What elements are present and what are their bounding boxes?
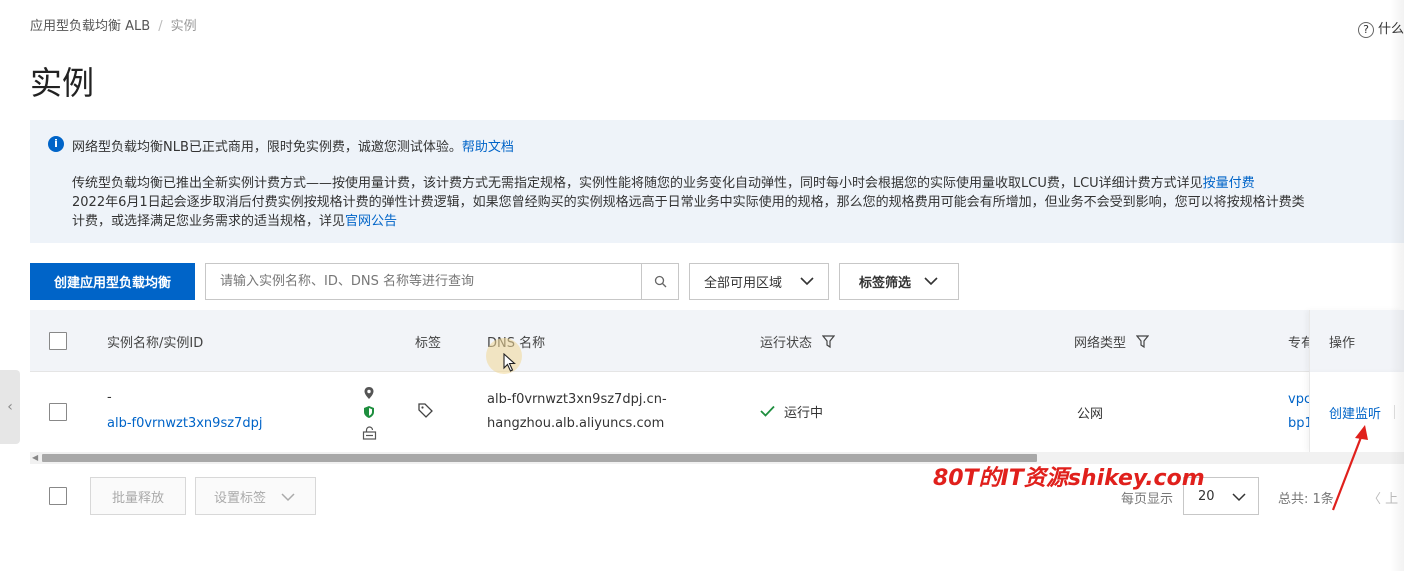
status-text: 运行中 (784, 406, 824, 421)
right-edge-shadow (1390, 0, 1404, 571)
page-title: 实例 (30, 64, 95, 102)
scrollbar-thumb[interactable] (42, 454, 1037, 462)
question-icon: ? (1358, 22, 1374, 38)
instance-id-link[interactable]: alb-f0vrnwzt3xn9sz7dpj (107, 416, 262, 431)
breadcrumb-current: 实例 (170, 19, 197, 34)
vpc-link-line2[interactable]: bp1 (1288, 416, 1310, 431)
notice-para-line3: 计费，或选择满足您业务需求的适当规格，详见 (72, 214, 346, 229)
notice-para-line1: 传统型负载均衡已推出全新实例计费方式——按使用量计费，该计费方式无需指定规格，实… (72, 176, 1203, 191)
notice-paragraph: 传统型负载均衡已推出全新实例计费方式——按使用量计费，该计费方式无需指定规格，实… (72, 174, 1404, 231)
tag-icon[interactable] (418, 403, 433, 418)
chevron-down-icon (281, 493, 295, 502)
shield-icon (364, 406, 374, 418)
filter-icon[interactable] (821, 335, 836, 349)
header-tag: 标签 (415, 336, 442, 351)
notice-banner: i 网络型负载均衡NLB已正式商用，限时免实例费，诚邀您测试体验。帮助文档 传统… (30, 120, 1404, 243)
header-network-label: 网络类型 (1074, 336, 1127, 351)
search-button[interactable] (641, 264, 678, 299)
lock-icon (362, 426, 377, 440)
collapse-sidebar-handle[interactable]: ‹ (0, 370, 20, 444)
official-announcement-link[interactable]: 官网公告 (345, 214, 397, 229)
row-checkbox[interactable] (49, 403, 67, 421)
header-vpc: 专有 (1288, 336, 1310, 351)
chevron-down-icon (800, 277, 814, 286)
search-input[interactable] (206, 264, 642, 299)
breadcrumb-parent[interactable]: 应用型负载均衡 ALB (30, 19, 150, 34)
notice-line1-text: 网络型负载均衡NLB已正式商用，限时免实例费，诚邀您测试体验。 (72, 140, 462, 155)
header-ops: 操作 (1329, 336, 1356, 351)
select-all-checkbox[interactable] (49, 332, 67, 350)
batch-release-button[interactable]: 批量释放 (90, 477, 186, 515)
filter-icon[interactable] (1135, 335, 1150, 349)
table-row: - alb-f0vrnwzt3xn9sz7dpj alb-f0vrnwzt3xn… (30, 372, 1404, 452)
search-icon (654, 275, 666, 288)
notice-line1: 网络型负载均衡NLB已正式商用，限时免实例费，诚邀您测试体验。帮助文档 (72, 136, 514, 155)
table-header: 实例名称/实例ID 标签 DNS 名称 运行状态 网络类型 专有 (30, 310, 1404, 372)
header-status: 运行状态 (760, 332, 836, 351)
footer-select-all-checkbox[interactable] (49, 487, 67, 505)
chevron-left-icon: ‹ (7, 399, 13, 415)
create-alb-button[interactable]: 创建应用型负载均衡 (30, 263, 195, 300)
watermark: 80T的IT资源shikey.com (933, 466, 1205, 491)
chevron-down-icon (1232, 493, 1246, 502)
dns-name-line1: alb-f0vrnwzt3xn9sz7dpj.cn- (487, 392, 667, 407)
header-status-label: 运行状态 (760, 336, 813, 351)
zone-select-label: 全部可用区域 (704, 276, 783, 291)
check-icon (760, 405, 775, 417)
zone-select[interactable]: 全部可用区域 (689, 263, 829, 300)
red-arrow-annotation (1331, 425, 1368, 511)
tag-filter-select[interactable]: 标签筛选 (839, 263, 959, 300)
help-doc-link[interactable]: 帮助文档 (462, 140, 514, 155)
info-icon: i (48, 136, 64, 152)
notice-para-line2: 2022年6月1日起会逐步取消后付费实例按规格计费的弹性计费逻辑，如果您曾经购买… (72, 195, 1305, 210)
breadcrumb-separator: / (158, 19, 163, 34)
instance-name: - (107, 390, 112, 405)
pay-as-you-go-link[interactable]: 按量付费 (1203, 176, 1255, 191)
scroll-left-icon[interactable]: ◀ (32, 453, 38, 462)
mouse-cursor-icon (503, 353, 516, 372)
header-name: 实例名称/实例ID (107, 336, 204, 351)
dns-name-line2: hangzhou.alb.aliyuncs.com (487, 416, 665, 431)
tag-filter-label: 标签筛选 (859, 276, 912, 291)
network-type: 公网 (1077, 407, 1104, 422)
breadcrumb: 应用型负载均衡 ALB / 实例 (30, 15, 197, 34)
location-icon (364, 387, 374, 399)
vpc-link-line1[interactable]: vpc (1288, 392, 1310, 407)
set-tag-label: 设置标签 (214, 490, 267, 506)
search-box (205, 263, 679, 300)
set-tag-button[interactable]: 设置标签 (195, 477, 316, 515)
header-network: 网络类型 (1074, 332, 1150, 351)
chevron-down-icon (924, 277, 938, 286)
